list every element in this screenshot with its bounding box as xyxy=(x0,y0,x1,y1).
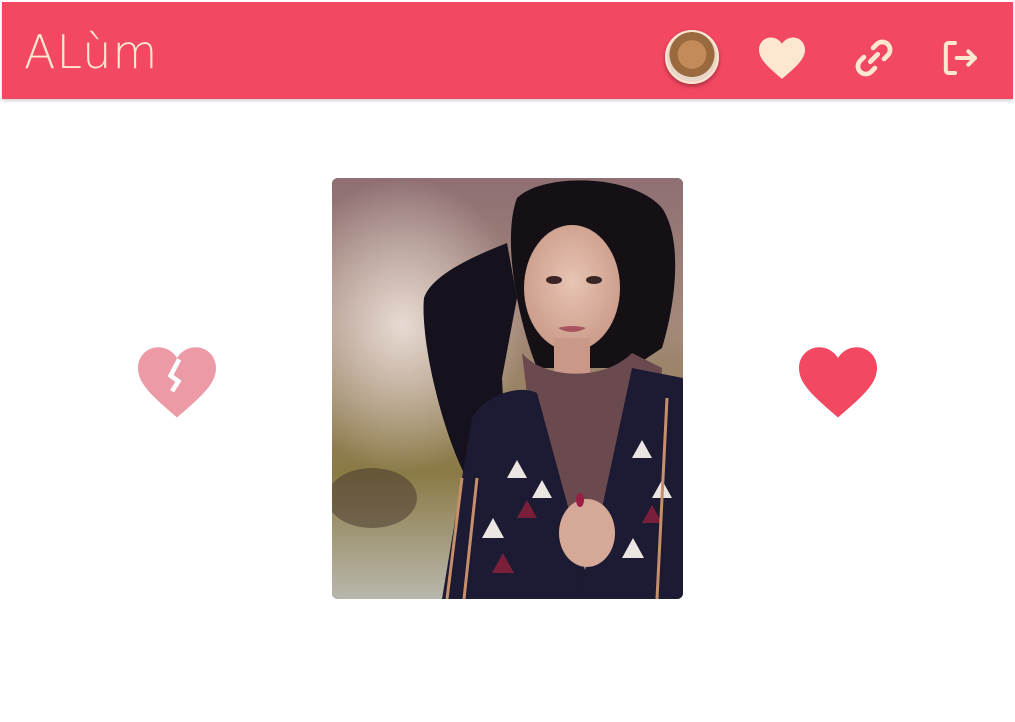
logout-button[interactable] xyxy=(933,31,987,85)
like-button[interactable] xyxy=(793,340,883,424)
link-icon xyxy=(855,39,893,77)
share-link-button[interactable] xyxy=(847,31,901,85)
app-logo[interactable]: ALùm xyxy=(24,24,158,80)
heart-icon xyxy=(799,347,877,418)
broken-heart-icon xyxy=(138,347,216,418)
heart-icon xyxy=(759,37,805,79)
top-navbar: ALùm xyxy=(2,2,1013,99)
logout-icon xyxy=(943,41,977,75)
matches-heart-button[interactable] xyxy=(755,31,809,85)
profile-photo[interactable] xyxy=(332,178,683,599)
user-avatar[interactable] xyxy=(665,30,719,84)
dislike-button[interactable] xyxy=(132,340,222,424)
